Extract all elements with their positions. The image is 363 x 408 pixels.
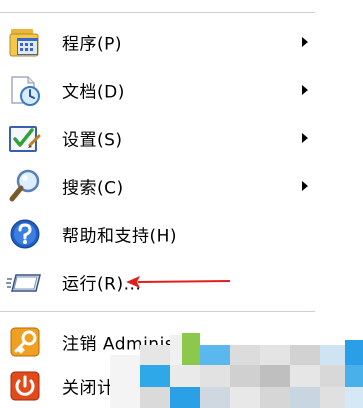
menu-item-documents[interactable]: 文档(D) bbox=[0, 68, 320, 112]
menu-item-label: 搜索(C) bbox=[62, 178, 124, 199]
settings-icon bbox=[6, 119, 44, 157]
shutdown-icon bbox=[6, 367, 44, 405]
middle-separator bbox=[0, 311, 315, 313]
menu-item-programs[interactable]: 程序(P) bbox=[0, 20, 320, 64]
documents-icon bbox=[6, 71, 44, 109]
menu-item-label: 程序(P) bbox=[62, 34, 123, 55]
menu-item-search[interactable]: 搜索(C) bbox=[0, 164, 320, 208]
pixelated-overlay bbox=[110, 333, 363, 408]
top-separator bbox=[0, 12, 315, 14]
submenu-arrow-icon bbox=[302, 37, 308, 47]
menu-item-label: 设置(S) bbox=[62, 130, 123, 151]
menu-item-settings[interactable]: 设置(S) bbox=[0, 116, 320, 160]
start-menu: 程序(P) 文档(D) 设置(S) 搜索(C) 帮助和支持(H) 运行(R)..… bbox=[0, 0, 363, 408]
help-icon bbox=[6, 215, 44, 253]
submenu-arrow-icon bbox=[302, 133, 308, 143]
search-icon bbox=[6, 167, 44, 205]
run-icon bbox=[6, 263, 44, 301]
menu-item-label: 文档(D) bbox=[62, 82, 125, 103]
programs-icon bbox=[6, 23, 44, 61]
menu-item-help-support[interactable]: 帮助和支持(H) bbox=[0, 212, 320, 256]
submenu-arrow-icon bbox=[302, 85, 308, 95]
menu-item-label: 帮助和支持(H) bbox=[62, 226, 178, 247]
submenu-arrow-icon bbox=[302, 181, 308, 191]
logoff-icon bbox=[6, 323, 44, 361]
red-arrow-annotation-icon bbox=[126, 276, 231, 288]
